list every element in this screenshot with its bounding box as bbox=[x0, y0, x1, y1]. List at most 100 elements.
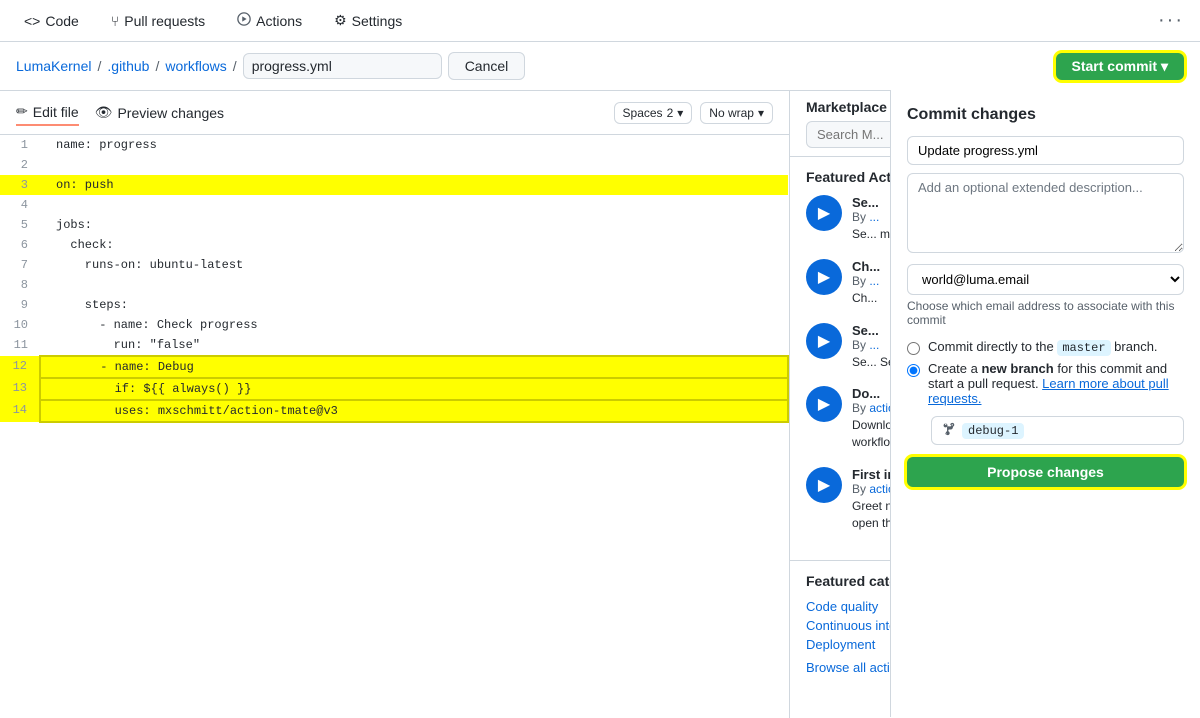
line-number: 12 bbox=[0, 356, 40, 378]
pull-request-icon: ⑂ bbox=[111, 13, 119, 29]
code-area[interactable]: 1name: progress23on: push45jobs:6 check:… bbox=[0, 135, 789, 718]
wrap-select[interactable]: No wrap ▾ bbox=[700, 102, 773, 124]
tab-preview-changes[interactable]: 👁 Preview changes bbox=[95, 100, 224, 125]
line-number: 8 bbox=[0, 275, 40, 295]
table-row: 2 bbox=[0, 155, 788, 175]
nav-code[interactable]: <> Code bbox=[16, 9, 87, 33]
commit-panel-title: Commit changes bbox=[907, 106, 1184, 124]
featured-icon-2: ▶ bbox=[806, 259, 842, 295]
featured-icon-1: ▶ bbox=[806, 195, 842, 231]
settings-icon: ⚙ bbox=[334, 12, 347, 29]
editor-panel: ✏ Edit file 👁 Preview changes Spaces 2 ▾… bbox=[0, 91, 790, 718]
code-table: 1name: progress23on: push45jobs:6 check:… bbox=[0, 135, 789, 423]
line-code: - name: Debug bbox=[40, 356, 788, 378]
line-code: jobs: bbox=[40, 215, 788, 235]
start-commit-button[interactable]: Start commit ▾ bbox=[1056, 53, 1185, 80]
commit-description-input[interactable]: Add an optional extended description... bbox=[907, 173, 1184, 253]
line-code bbox=[40, 275, 788, 295]
nav-settings-label: Settings bbox=[352, 13, 403, 29]
right-panel: Marketplace Featured Actions ▶ Se... By … bbox=[790, 91, 1200, 718]
line-number: 10 bbox=[0, 315, 40, 335]
line-number: 11 bbox=[0, 335, 40, 356]
table-row: 7 runs-on: ubuntu-latest bbox=[0, 255, 788, 275]
radio-new-branch[interactable] bbox=[907, 364, 920, 377]
table-row: 8 bbox=[0, 275, 788, 295]
edit-tab-label: Edit file bbox=[33, 104, 79, 120]
preview-tab-label: Preview changes bbox=[117, 105, 224, 121]
line-number: 6 bbox=[0, 235, 40, 255]
featured-icon-3: ▶ bbox=[806, 323, 842, 359]
code-icon: <> bbox=[24, 13, 40, 29]
toolbar-controls: Spaces 2 ▾ No wrap ▾ bbox=[614, 102, 773, 124]
breadcrumb-bar: LumaKernel / .github / workflows / Cance… bbox=[0, 42, 1200, 91]
line-code bbox=[40, 195, 788, 215]
line-number: 7 bbox=[0, 255, 40, 275]
line-code: uses: mxschmitt/action-tmate@v3 bbox=[40, 400, 788, 422]
featured-icon-5: ▶ bbox=[806, 467, 842, 503]
breadcrumb-repo[interactable]: LumaKernel bbox=[16, 58, 92, 74]
nav-actions-label: Actions bbox=[256, 13, 302, 29]
line-number: 2 bbox=[0, 155, 40, 175]
nav-pr-label: Pull requests bbox=[124, 13, 205, 29]
table-row: 13 if: ${{ always() }} bbox=[0, 378, 788, 400]
preview-icon: 👁 bbox=[95, 104, 113, 121]
tab-edit-file[interactable]: ✏ Edit file bbox=[16, 99, 79, 126]
radio-direct-label: Commit directly to the master branch. bbox=[928, 339, 1158, 355]
filename-input[interactable] bbox=[243, 53, 442, 79]
editor-toolbar: ✏ Edit file 👁 Preview changes Spaces 2 ▾… bbox=[0, 91, 789, 135]
line-code: run: "false" bbox=[40, 335, 788, 356]
nav-code-label: Code bbox=[45, 13, 78, 29]
table-row: 11 run: "false" bbox=[0, 335, 788, 356]
nav-actions[interactable]: Actions bbox=[229, 8, 310, 33]
line-code bbox=[40, 155, 788, 175]
indent-select[interactable]: Spaces 2 ▾ bbox=[614, 102, 693, 124]
line-code: check: bbox=[40, 235, 788, 255]
more-menu-button[interactable]: ··· bbox=[1158, 9, 1184, 32]
cancel-button[interactable]: Cancel bbox=[448, 52, 526, 80]
radio-direct-option[interactable]: Commit directly to the master branch. bbox=[907, 339, 1184, 355]
breadcrumb-workflows[interactable]: workflows bbox=[165, 58, 226, 74]
indent-label: Spaces bbox=[623, 106, 663, 120]
featured-item-2-details: Ch... By ... Ch... bbox=[852, 259, 880, 307]
edit-icon: ✏ bbox=[16, 103, 28, 120]
radio-direct[interactable] bbox=[907, 342, 920, 355]
line-code: on: push bbox=[40, 175, 788, 195]
indent-size: 2 bbox=[667, 106, 674, 120]
chevron-down-icon-2: ▾ bbox=[758, 106, 764, 120]
featured-icon-4: ▶ bbox=[806, 386, 842, 422]
line-code: - name: Check progress bbox=[40, 315, 788, 335]
line-code: if: ${{ always() }} bbox=[40, 378, 788, 400]
table-row: 1name: progress bbox=[0, 135, 788, 155]
line-code: name: progress bbox=[40, 135, 788, 155]
branch-icon bbox=[942, 422, 956, 439]
table-row: 6 check: bbox=[0, 235, 788, 255]
nav-pull-requests[interactable]: ⑂ Pull requests bbox=[103, 9, 213, 33]
breadcrumb-github[interactable]: .github bbox=[107, 58, 149, 74]
learn-more-link[interactable]: Learn more about pull requests. bbox=[928, 376, 1169, 406]
actions-icon bbox=[237, 12, 251, 29]
wrap-label: No wrap bbox=[709, 106, 754, 120]
radio-new-branch-label: Create a new branch for this commit and … bbox=[928, 361, 1184, 406]
breadcrumb-sep3: / bbox=[233, 58, 237, 74]
email-select[interactable]: world@luma.email bbox=[907, 264, 1184, 295]
line-number: 13 bbox=[0, 378, 40, 400]
line-code: runs-on: ubuntu-latest bbox=[40, 255, 788, 275]
nav-settings[interactable]: ⚙ Settings bbox=[326, 8, 410, 33]
table-row: 9 steps: bbox=[0, 295, 788, 315]
master-branch-label: master bbox=[1057, 340, 1110, 356]
branch-input-row: debug-1 bbox=[931, 416, 1184, 445]
table-row: 5jobs: bbox=[0, 215, 788, 235]
commit-summary-input[interactable] bbox=[907, 136, 1184, 165]
top-nav: <> Code ⑂ Pull requests Actions ⚙ Settin… bbox=[0, 0, 1200, 42]
breadcrumb-sep2: / bbox=[155, 58, 159, 74]
line-number: 9 bbox=[0, 295, 40, 315]
table-row: 14 uses: mxschmitt/action-tmate@v3 bbox=[0, 400, 788, 422]
main-layout: ✏ Edit file 👁 Preview changes Spaces 2 ▾… bbox=[0, 91, 1200, 718]
line-number: 1 bbox=[0, 135, 40, 155]
marketplace-title: Marketplace bbox=[806, 99, 887, 115]
propose-changes-button[interactable]: Propose changes bbox=[907, 457, 1184, 487]
radio-group: Commit directly to the master branch. Cr… bbox=[907, 339, 1184, 406]
radio-new-branch-option[interactable]: Create a new branch for this commit and … bbox=[907, 361, 1184, 406]
line-number: 4 bbox=[0, 195, 40, 215]
line-code: steps: bbox=[40, 295, 788, 315]
